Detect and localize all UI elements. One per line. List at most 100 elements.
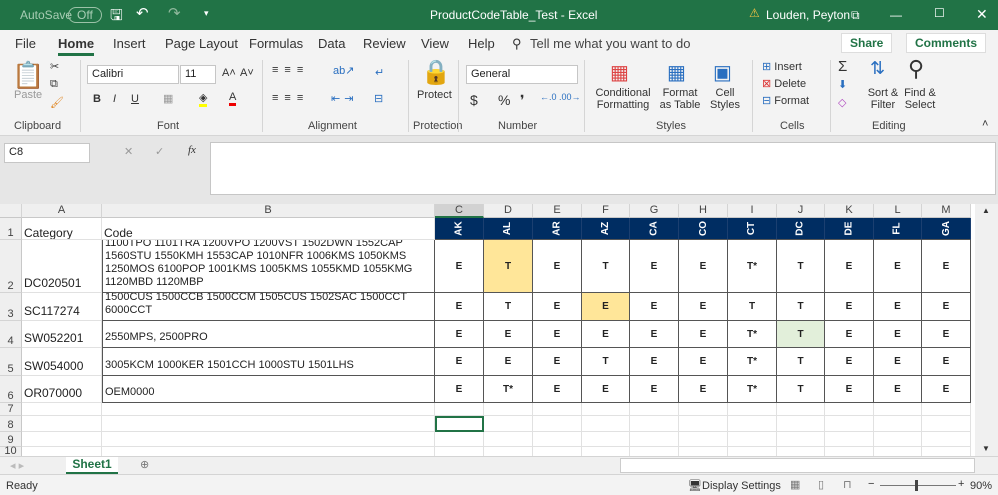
state-value-cell[interactable]: E (679, 321, 728, 348)
state-value-cell[interactable]: T (484, 240, 533, 293)
state-value-cell[interactable]: E (825, 376, 874, 403)
state-header-ga[interactable]: GA (922, 218, 971, 240)
empty-cell[interactable] (102, 403, 435, 416)
collapse-ribbon-icon[interactable]: ˄ (982, 118, 988, 130)
protect-icon[interactable]: 🔒 (421, 58, 451, 87)
row-header[interactable]: 7 (0, 403, 22, 416)
row-header[interactable]: 3 (0, 293, 22, 321)
borders-icon[interactable]: ▦ (163, 92, 173, 105)
normal-view-icon[interactable]: ▦ (790, 478, 800, 491)
row-header[interactable]: 5 (0, 348, 22, 376)
empty-cell[interactable] (922, 403, 971, 416)
tab-view[interactable]: View (421, 36, 449, 51)
find-select-button[interactable]: Find & Select (900, 87, 940, 111)
state-value-cell[interactable]: E (679, 240, 728, 293)
share-button[interactable]: Share (841, 33, 893, 53)
state-value-cell[interactable]: T (777, 293, 825, 321)
insert-function-button[interactable]: fx (188, 144, 196, 156)
user-name[interactable]: Louden, Peyton (766, 8, 850, 22)
state-value-cell[interactable]: E (825, 293, 874, 321)
find-icon[interactable]: ⚲ (908, 56, 924, 82)
font-name-select[interactable]: Calibri (87, 65, 179, 84)
page-break-view-icon[interactable]: ⊓ (843, 478, 852, 491)
category-cell[interactable]: SC117274 (22, 293, 102, 321)
format-as-table-icon[interactable]: ▦ (667, 60, 686, 85)
column-header[interactable]: B (102, 204, 435, 218)
empty-cell[interactable] (484, 403, 533, 416)
state-value-cell[interactable]: E (874, 321, 922, 348)
insert-cells-button[interactable]: ⊞ Insert (762, 60, 802, 73)
state-value-cell[interactable]: T (777, 321, 825, 348)
column-header[interactable]: E (533, 204, 582, 218)
sort-filter-icon[interactable]: ⇅ (870, 58, 885, 79)
state-value-cell[interactable]: E (630, 376, 679, 403)
code-cell[interactable]: 3005KCM 1000KER 1501CCH 1000STU 1501LHS (102, 348, 435, 376)
state-header-al[interactable]: AL (484, 218, 533, 240)
tab-page-layout[interactable]: Page Layout (165, 36, 238, 51)
customize-toolbar-icon[interactable]: ▾ (204, 8, 209, 19)
percent-button[interactable]: % (498, 92, 510, 108)
empty-cell[interactable] (922, 416, 971, 432)
empty-cell[interactable] (582, 432, 630, 447)
format-cells-button[interactable]: ⊟ Format (762, 94, 809, 107)
empty-cell[interactable] (22, 403, 102, 416)
state-value-cell[interactable]: E (533, 240, 582, 293)
state-value-cell[interactable]: E (922, 348, 971, 376)
column-header[interactable]: M (922, 204, 971, 218)
zoom-level[interactable]: 90% (970, 480, 992, 492)
state-value-cell[interactable]: E (679, 348, 728, 376)
delete-cells-button[interactable]: ⊠ Delete (762, 77, 806, 90)
clear-icon[interactable]: ◇ (838, 96, 846, 109)
close-button[interactable]: ✕ (976, 6, 988, 23)
row-header[interactable]: 8 (0, 416, 22, 432)
empty-cell[interactable] (874, 432, 922, 447)
number-format-select[interactable]: General (466, 65, 578, 84)
bold-button[interactable]: B (93, 93, 101, 105)
empty-cell[interactable] (582, 416, 630, 432)
empty-cell[interactable] (679, 432, 728, 447)
state-value-cell[interactable]: E (630, 293, 679, 321)
state-value-cell[interactable]: T* (728, 321, 777, 348)
autosum-icon[interactable]: Σ (838, 58, 847, 75)
tab-formulas[interactable]: Formulas (249, 36, 303, 51)
fill-color-icon[interactable]: ◈ (199, 91, 208, 107)
empty-cell[interactable] (533, 416, 582, 432)
state-value-cell[interactable]: E (582, 376, 630, 403)
font-size-select[interactable]: 11 (180, 65, 216, 84)
row-header[interactable]: 4 (0, 321, 22, 348)
tab-help[interactable]: Help (468, 36, 495, 51)
state-header-az[interactable]: AZ (582, 218, 630, 240)
empty-cell[interactable] (874, 403, 922, 416)
empty-cell[interactable] (630, 432, 679, 447)
tab-insert[interactable]: Insert (113, 36, 146, 51)
state-value-cell[interactable]: E (484, 348, 533, 376)
state-value-cell[interactable]: E (874, 348, 922, 376)
state-header-fl[interactable]: FL (874, 218, 922, 240)
conditional-formatting-button[interactable]: Conditional Formatting (592, 87, 654, 111)
cancel-icon[interactable]: ✕ (124, 145, 133, 158)
empty-cell[interactable] (825, 403, 874, 416)
tab-data[interactable]: Data (318, 36, 345, 51)
paste-icon[interactable]: 📋 (12, 60, 44, 91)
empty-cell[interactable] (874, 416, 922, 432)
state-value-cell[interactable]: E (630, 321, 679, 348)
category-cell[interactable]: OR070000 (22, 376, 102, 403)
state-value-cell[interactable]: E (630, 348, 679, 376)
code-cell[interactable]: 1000KMS 1000POP 1101TPO 1150PST 1150PPO … (102, 240, 435, 293)
state-value-cell[interactable]: T* (728, 348, 777, 376)
state-value-cell[interactable]: E (435, 240, 484, 293)
empty-cell[interactable] (630, 403, 679, 416)
row-header[interactable]: 6 (0, 376, 22, 403)
state-value-cell[interactable]: T (728, 293, 777, 321)
cut-icon[interactable]: ✂ (50, 60, 59, 73)
row-header[interactable]: 1 (0, 218, 22, 240)
state-value-cell[interactable]: T* (728, 376, 777, 403)
save-icon[interactable]: 🖫 (110, 5, 123, 30)
state-header-ar[interactable]: AR (533, 218, 582, 240)
font-color-icon[interactable]: A (229, 91, 237, 106)
empty-cell[interactable] (777, 416, 825, 432)
empty-cell[interactable] (22, 432, 102, 447)
protect-button[interactable]: Protect (417, 89, 452, 101)
format-as-table-button[interactable]: Format as Table (656, 87, 704, 111)
ribbon-display-icon[interactable]: ⧉ (851, 8, 860, 23)
